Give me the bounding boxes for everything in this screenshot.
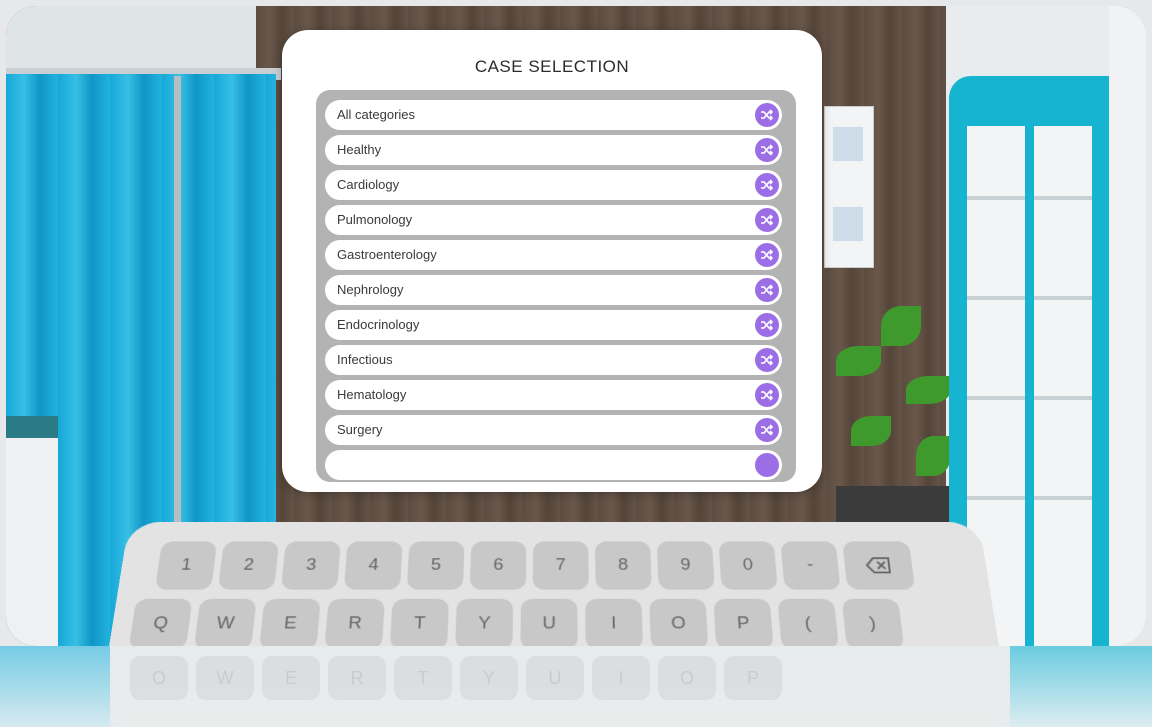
category-item-all[interactable]: All categories bbox=[325, 100, 782, 130]
shuffle-icon[interactable] bbox=[755, 173, 779, 197]
key-4[interactable]: 4 bbox=[343, 541, 403, 590]
key-close-paren[interactable]: ) bbox=[841, 598, 905, 650]
key-open-paren[interactable]: ( bbox=[777, 598, 840, 650]
shuffle-icon[interactable] bbox=[755, 278, 779, 302]
key-1[interactable]: 1 bbox=[154, 541, 218, 590]
key-minus[interactable]: - bbox=[780, 541, 841, 590]
key-p[interactable]: P bbox=[713, 598, 774, 650]
category-item-cardiology[interactable]: Cardiology bbox=[325, 170, 782, 200]
category-item-surgery[interactable]: Surgery bbox=[325, 415, 782, 445]
key-r[interactable]: R bbox=[324, 598, 385, 650]
key-e[interactable]: E bbox=[259, 598, 321, 650]
key-y[interactable]: Y bbox=[455, 598, 514, 650]
category-label: Healthy bbox=[337, 142, 382, 157]
shuffle-icon[interactable] bbox=[755, 243, 779, 267]
shuffle-icon[interactable] bbox=[755, 383, 779, 407]
key-8[interactable]: 8 bbox=[594, 541, 652, 590]
panel-title: CASE SELECTION bbox=[474, 57, 630, 76]
key-o[interactable]: O bbox=[649, 598, 709, 650]
case-selection-panel: CASE SELECTION All categories Healthy Ca… bbox=[282, 30, 822, 492]
category-list[interactable]: All categories Healthy Cardiology Pulmon… bbox=[316, 90, 796, 482]
key-t[interactable]: T bbox=[389, 598, 450, 650]
backspace-icon bbox=[865, 556, 892, 575]
side-cabinet bbox=[1109, 6, 1146, 646]
category-label: Surgery bbox=[337, 422, 383, 437]
shuffle-icon[interactable] bbox=[755, 208, 779, 232]
category-item-endocrinology[interactable]: Endocrinology bbox=[325, 310, 782, 340]
key-0[interactable]: 0 bbox=[718, 541, 778, 590]
key-3[interactable]: 3 bbox=[280, 541, 341, 590]
key-u[interactable]: U bbox=[520, 598, 578, 650]
shuffle-icon[interactable] bbox=[755, 138, 779, 162]
plant-pot bbox=[836, 486, 956, 526]
category-label: All categories bbox=[337, 107, 416, 122]
category-label: Endocrinology bbox=[337, 317, 420, 332]
wall-poster bbox=[824, 106, 874, 268]
shuffle-icon[interactable] bbox=[755, 103, 779, 127]
category-label: Gastroenterology bbox=[337, 247, 437, 262]
shuffle-icon[interactable] bbox=[755, 348, 779, 372]
category-item-gastroenterology[interactable]: Gastroenterology bbox=[325, 240, 782, 270]
key-9[interactable]: 9 bbox=[656, 541, 715, 590]
category-item-pulmonology[interactable]: Pulmonology bbox=[325, 205, 782, 235]
key-w[interactable]: W bbox=[193, 598, 257, 650]
floor-reflection: O W E R T Y U I O P bbox=[0, 646, 1152, 727]
potted-plant bbox=[826, 306, 966, 506]
category-item-healthy[interactable]: Healthy bbox=[325, 135, 782, 165]
category-label: Pulmonology bbox=[337, 212, 413, 227]
shuffle-icon[interactable] bbox=[755, 313, 779, 337]
key-2[interactable]: 2 bbox=[217, 541, 280, 590]
category-item-partial[interactable] bbox=[325, 450, 782, 480]
key-6[interactable]: 6 bbox=[469, 541, 527, 590]
key-q[interactable]: Q bbox=[128, 598, 193, 650]
category-label: Cardiology bbox=[337, 177, 400, 192]
shuffle-icon[interactable] bbox=[755, 453, 779, 477]
category-item-hematology[interactable]: Hematology bbox=[325, 380, 782, 410]
category-label: Hematology bbox=[337, 387, 407, 402]
key-i[interactable]: I bbox=[585, 598, 644, 650]
category-item-nephrology[interactable]: Nephrology bbox=[325, 275, 782, 305]
category-item-infectious[interactable]: Infectious bbox=[325, 345, 782, 375]
backspace-key[interactable] bbox=[842, 541, 916, 590]
category-label: Nephrology bbox=[337, 282, 404, 297]
exam-bed bbox=[6, 416, 58, 646]
shuffle-icon[interactable] bbox=[755, 418, 779, 442]
category-label: Infectious bbox=[337, 352, 393, 367]
key-5[interactable]: 5 bbox=[406, 541, 465, 590]
key-7[interactable]: 7 bbox=[532, 541, 589, 590]
